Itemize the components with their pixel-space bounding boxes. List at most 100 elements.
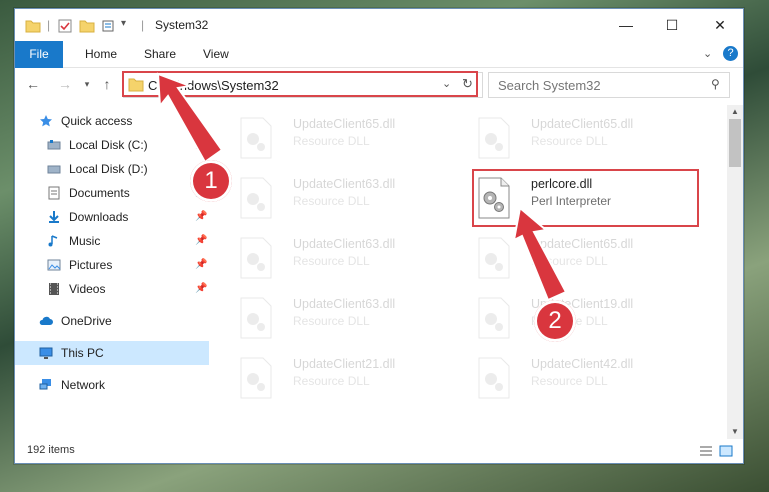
dll-file-icon: [478, 357, 510, 399]
dll-file-icon: [240, 117, 272, 159]
sidebar-item-network[interactable]: Network: [15, 373, 209, 397]
vertical-scrollbar[interactable]: ▲ ▼: [727, 105, 743, 439]
file-item[interactable]: UpdateClient63.dll Resource DLL: [223, 291, 443, 345]
details-view-icon[interactable]: [699, 445, 713, 457]
sidebar-item-label: Quick access: [61, 114, 133, 128]
forward-arrow-icon[interactable]: →: [57, 76, 73, 92]
sidebar-item-label: Downloads: [69, 210, 129, 224]
file-description: Resource DLL: [293, 374, 370, 388]
address-highlight-box: [122, 71, 478, 97]
file-name: UpdateClient65.dll: [531, 237, 634, 251]
sidebar-item-label: Pictures: [69, 258, 113, 272]
explorer-window: | ▾ | System32 — ☐ ✕ File Home Share Vie…: [14, 8, 744, 464]
back-arrow-icon[interactable]: ←: [25, 76, 41, 92]
folder-icon: [25, 20, 41, 33]
sidebar-item-music[interactable]: Music 📌: [15, 229, 209, 253]
tab-share[interactable]: Share: [132, 41, 188, 67]
expand-ribbon-icon[interactable]: ⌄: [703, 47, 712, 60]
sidebar-item-videos[interactable]: Videos 📌: [15, 277, 209, 301]
sidebar-item-downloads[interactable]: Downloads 📌: [15, 205, 209, 229]
sidebar-item-documents[interactable]: Documents 📌: [15, 181, 209, 205]
dll-file-icon: [478, 297, 510, 339]
file-name: UpdateClient21.dll: [293, 357, 396, 371]
tab-home[interactable]: Home: [73, 41, 129, 67]
help-icon[interactable]: ?: [723, 46, 738, 61]
file-item[interactable]: UpdateClient65.dll Resource DLL: [223, 111, 443, 165]
separator: |: [141, 18, 145, 32]
window-title: System32: [155, 18, 209, 32]
sidebar-item-local-disk-d[interactable]: Local Disk (D:): [15, 157, 209, 181]
pin-icon[interactable]: 📌: [195, 229, 207, 253]
close-button[interactable]: ✕: [697, 9, 743, 41]
downloads-icon: [49, 211, 59, 223]
file-list: UpdateClient65.dll Resource DLL UpdateCl…: [213, 105, 727, 439]
sidebar-item-local-disk-c[interactable]: Local Disk (C:) 📌: [15, 133, 209, 157]
network-icon: [39, 379, 51, 390]
ribbon: File Home Share View ⌄ ?: [15, 41, 743, 95]
up-arrow-icon[interactable]: ↑: [99, 76, 115, 92]
pin-icon[interactable]: 📌: [195, 277, 207, 301]
chevron-down-icon[interactable]: ▾: [121, 18, 126, 34]
sidebar-item-label: Local Disk (C:): [69, 138, 148, 152]
dll-file-icon: [240, 357, 272, 399]
sidebar-item-label: Videos: [69, 282, 106, 296]
search-placeholder[interactable]: Search System32: [498, 78, 601, 93]
music-icon: [48, 235, 58, 247]
videos-icon: [49, 283, 59, 295]
navigation-pane: Quick access Local Disk (C:) 📌 Local Dis…: [15, 105, 211, 439]
pin-icon[interactable]: 📌: [195, 253, 207, 277]
large-icons-view-icon[interactable]: [719, 445, 733, 457]
properties-icon[interactable]: [57, 18, 73, 34]
sidebar-item-pictures[interactable]: Pictures 📌: [15, 253, 209, 277]
file-item[interactable]: UpdateClient42.dll Resource DLL: [461, 351, 681, 405]
scroll-up-icon[interactable]: ▲: [727, 105, 743, 119]
file-name: UpdateClient65.dll: [531, 117, 634, 131]
sidebar-item-quick-access[interactable]: Quick access: [15, 109, 209, 133]
separator: |: [47, 18, 51, 32]
dll-file-icon: [478, 117, 510, 159]
file-item[interactable]: UpdateClient65.dll Resource DLL: [461, 111, 681, 165]
pictures-icon: [47, 259, 61, 271]
search-icon[interactable]: ⚲: [711, 77, 720, 91]
navigation-bar: ← → ▾ ↑ C:\Windows\System32 ⌄ ↻ Search S…: [15, 68, 743, 102]
sidebar-item-label: This PC: [61, 346, 104, 360]
scroll-down-icon[interactable]: ▼: [727, 425, 743, 439]
file-description: Resource DLL: [293, 314, 370, 328]
file-item[interactable]: UpdateClient21.dll Resource DLL: [223, 351, 443, 405]
scroll-thumb[interactable]: [729, 119, 741, 167]
search-box[interactable]: Search System32 ⚲: [488, 72, 730, 98]
file-description: Resource DLL: [293, 194, 370, 208]
new-folder-icon[interactable]: [79, 18, 95, 34]
tab-view[interactable]: View: [191, 41, 241, 67]
file-description: Resource DLL: [293, 134, 370, 148]
customize-icon[interactable]: [101, 18, 117, 34]
maximize-button[interactable]: ☐: [649, 9, 695, 41]
file-item[interactable]: UpdateClient63.dll Resource DLL: [223, 231, 443, 285]
drive-icon: [47, 140, 61, 150]
sidebar-item-onedrive[interactable]: OneDrive: [15, 309, 209, 333]
item-count: 192 items: [27, 444, 75, 456]
recent-chevron-icon[interactable]: ▾: [79, 76, 95, 92]
computer-icon: [39, 347, 53, 359]
file-description: Resource DLL: [531, 254, 608, 268]
star-icon: [40, 115, 52, 127]
minimize-button[interactable]: —: [603, 9, 649, 41]
file-description: Resource DLL: [531, 374, 608, 388]
sidebar-item-label: Music: [69, 234, 101, 248]
step-2-badge: 2: [534, 300, 576, 342]
file-name: UpdateClient63.dll: [293, 297, 396, 311]
pin-icon[interactable]: 📌: [195, 205, 207, 229]
sidebar-item-this-pc[interactable]: This PC: [15, 341, 209, 365]
file-name: UpdateClient65.dll: [293, 117, 396, 131]
sidebar-item-label: Local Disk (D:): [69, 162, 148, 176]
file-item[interactable]: UpdateClient63.dll Resource DLL: [223, 171, 443, 225]
file-description: Resource DLL: [531, 134, 608, 148]
pin-icon[interactable]: 📌: [195, 133, 207, 157]
sidebar-item-label: OneDrive: [61, 314, 112, 328]
cloud-icon: [39, 316, 53, 325]
dll-file-icon: [240, 237, 272, 279]
file-name: UpdateClient63.dll: [293, 237, 396, 251]
sidebar-item-label: Network: [61, 378, 106, 392]
file-description: Resource DLL: [293, 254, 370, 268]
file-item[interactable]: UpdateClient65.dll Resource DLL: [461, 231, 681, 285]
